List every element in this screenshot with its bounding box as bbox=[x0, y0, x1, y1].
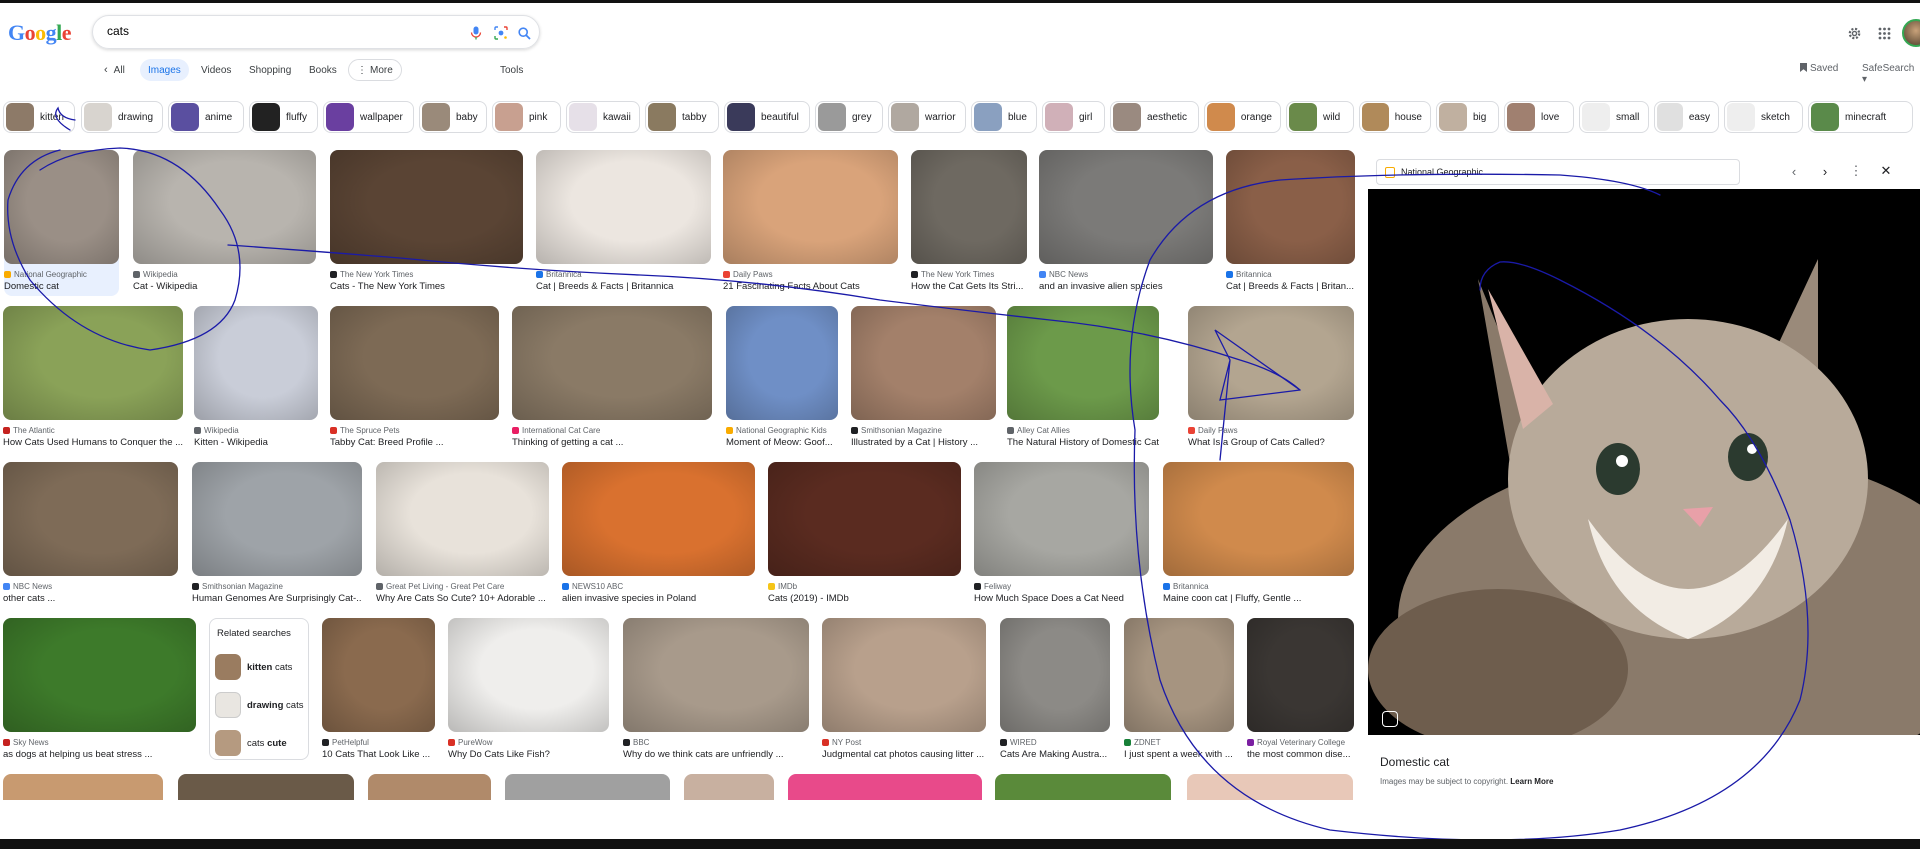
hand-drawn-annotation bbox=[7, 106, 1809, 841]
annotation-stroke bbox=[55, 106, 76, 131]
bottom-screen-edge bbox=[0, 839, 1920, 849]
